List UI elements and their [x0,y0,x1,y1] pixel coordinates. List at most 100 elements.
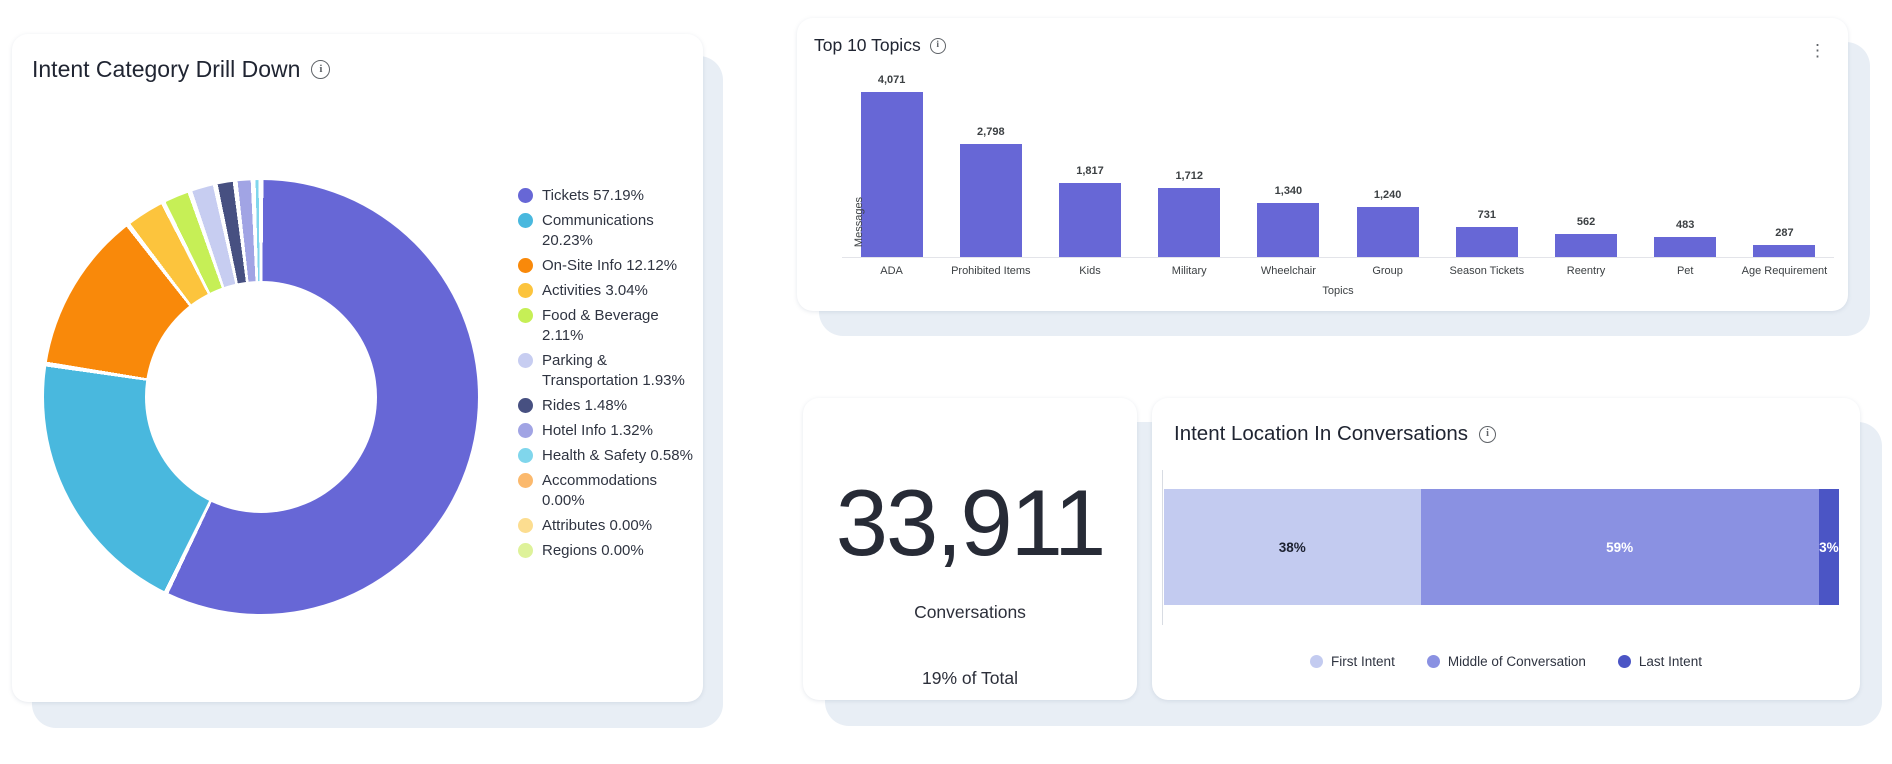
legend-dot [518,308,533,323]
bar-value-label: 731 [1477,209,1496,221]
bar-category-label: Prohibited Items [951,265,1031,277]
bar-chart: Messages 4,071 2,798 1,817 1,712 1,340 1,240 7… [842,68,1834,297]
bar-category-label: Group [1372,265,1403,277]
legend-label: Last Intent [1638,654,1702,669]
legend-dot [518,473,533,488]
bar[interactable] [1455,227,1518,257]
legend-label: Regions 0.00% [542,542,644,559]
bar-category-label: ADA [880,265,903,277]
legend-dot [518,423,533,438]
bar-slot: 1,817 [1040,165,1139,257]
info-icon[interactable]: i [311,60,331,79]
legend-label: On-Site Info 12.12% [542,257,678,274]
legend-label: Parking & Transportation 1.93% [542,352,685,389]
info-icon[interactable]: i [929,37,946,54]
legend-label: First Intent [1331,654,1395,669]
legend-dot [518,258,533,273]
intent-location-title: Intent Location In Conversations [1174,422,1469,445]
legend-item[interactable]: Parking & Transportation 1.93% [518,351,694,391]
legend-item[interactable]: Rides 1.48% [518,396,694,416]
bar-slot: 483 [1636,219,1735,257]
legend-label: Activities 3.04% [542,282,648,299]
donut-legend: Tickets 57.19% Communications 20.23% On-Si… [518,186,694,566]
legend-item[interactable]: First Intent [1310,654,1395,669]
bar-value-label: 1,817 [1076,165,1104,177]
bar-category-label: Military [1171,265,1207,277]
bar-chart-xlabels: ADA Prohibited Items Kids Military Wheelchai… [842,265,1834,277]
conversations-label: Conversations [914,602,1026,622]
bar[interactable] [860,92,923,257]
donut-hole [144,280,378,514]
bar-category-label: Age Requirement [1741,265,1828,277]
bar[interactable] [959,144,1022,257]
bar-category-label: Reentry [1566,265,1606,277]
bar-slot: 287 [1735,227,1834,257]
legend-item[interactable]: Activities 3.04% [518,281,694,301]
legend-item[interactable]: On-Site Info 12.12% [518,256,694,276]
bar[interactable] [1356,207,1419,257]
intent-location-card: Intent Location In Conversations i 38% 59… [1152,398,1860,700]
bar[interactable] [1158,188,1221,257]
legend-item[interactable]: Regions 0.00% [518,541,694,561]
bar[interactable] [1257,203,1320,257]
legend-label: Accommodations 0.00% [542,472,658,509]
legend-item[interactable]: Communications 20.23% [518,211,694,251]
segment-percent-label: 59% [1606,539,1634,555]
bar-value-label: 1,340 [1274,185,1303,197]
bar-slot: 1,712 [1140,170,1239,257]
bar-value-label: 1,712 [1175,170,1203,182]
bar-slot: 1,340 [1239,185,1338,257]
conversations-percent-of-total: 19% of Total [922,668,1018,688]
bar-slot: 1,240 [1338,189,1437,257]
top-topics-title: Top 10 Topics [814,35,921,55]
bar-chart-x-axis-label: Topics [1322,285,1354,297]
legend-label: Rides 1.48% [542,397,628,414]
segment-percent-label: 38% [1278,539,1306,555]
conversations-count: 33,911 [835,470,1107,575]
bar-slot: 562 [1536,216,1635,257]
legend-dot [518,518,533,533]
legend-dot [518,543,533,558]
legend-dot [518,448,533,463]
legend-item[interactable]: Last Intent [1617,654,1702,669]
legend-item[interactable]: Food & Beverage 2.11% [518,306,694,346]
kebab-menu-icon[interactable]: ⋮ [1809,42,1826,59]
bar-chart-bars: 4,071 2,798 1,817 1,712 1,340 1,240 731 562 483 2… [842,68,1834,258]
legend-item[interactable]: Hotel Info 1.32% [518,421,694,441]
legend-dot [1426,655,1440,668]
legend-item[interactable]: Tickets 57.19% [518,186,694,206]
dashboard: Intent Category Drill Down i Tickets 57.… [0,0,1892,764]
bar-value-label: 483 [1676,219,1695,231]
bar[interactable] [1059,183,1121,257]
legend-label: Communications 20.23% [542,212,654,249]
bar[interactable] [1555,234,1618,257]
legend-dot [518,398,533,413]
intent-category-card: Intent Category Drill Down i Tickets 57.… [12,34,703,702]
legend-label: Tickets 57.19% [542,187,644,204]
conversations-stat-card: 33,911 Conversations 19% of Total [803,398,1137,700]
stacked-segment[interactable]: 3% [1818,489,1839,605]
stacked-segment[interactable]: 38% [1164,489,1421,605]
info-icon[interactable]: i [1479,425,1497,443]
bar[interactable] [1654,237,1717,257]
legend-label: Attributes 0.00% [542,517,653,534]
legend-item[interactable]: Health & Safety 0.58% [518,446,694,466]
bar-value-label: 287 [1775,227,1794,239]
bar-chart-y-axis-label: Messages [853,196,865,248]
bar-value-label: 1,240 [1373,189,1402,201]
stacked-bar: 38% 59% 3% [1164,489,1839,605]
legend-item[interactable]: Accommodations 0.00% [518,471,694,511]
segment-percent-label: 3% [1819,539,1839,555]
legend-item[interactable]: Middle of Conversation [1426,654,1586,669]
bar-slot: 731 [1437,209,1536,257]
legend-label: Middle of Conversation [1447,654,1586,669]
bar-value-label: 4,071 [877,74,906,86]
donut-chart[interactable] [44,180,478,614]
legend-item[interactable]: Attributes 0.00% [518,516,694,536]
bar[interactable] [1753,245,1816,257]
bar-value-label: 2,798 [977,126,1005,138]
bar-category-label: Pet [1676,265,1694,277]
stacked-segment[interactable]: 59% [1420,489,1819,605]
location-legend: First Intent Middle of Conversation Last I… [1152,654,1860,669]
legend-label: Hotel Info 1.32% [542,422,653,439]
